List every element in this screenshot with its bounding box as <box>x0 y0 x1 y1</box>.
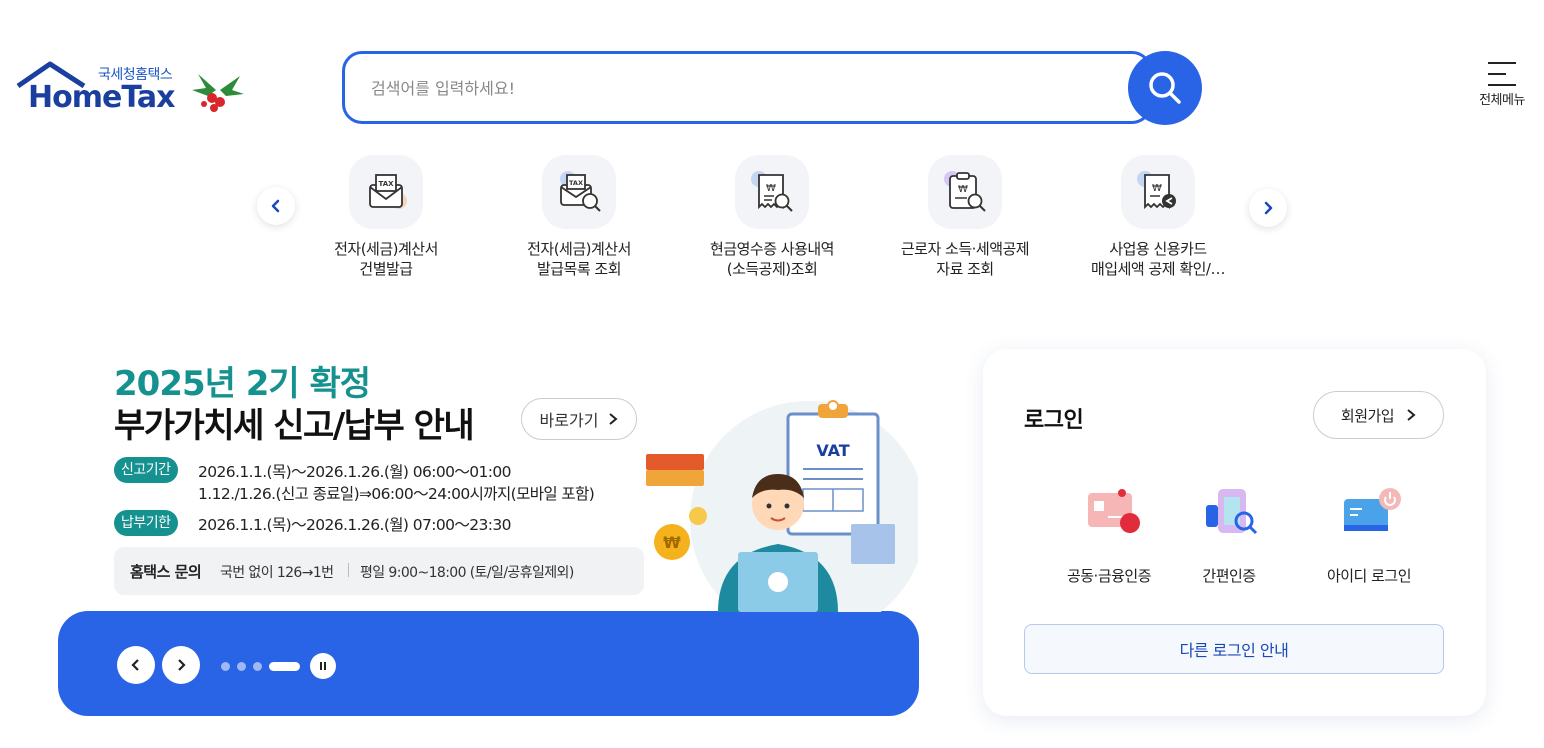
holly-icon <box>192 74 244 112</box>
banner-next-button[interactable] <box>162 646 200 684</box>
receipt-search-icon: ₩ <box>735 155 809 229</box>
report-period-line-1: 2026.1.1.(목)～2026.1.26.(월) 06:00～01:00 <box>198 463 512 481</box>
logo-title: HomeTax <box>28 80 176 115</box>
signup-label: 회원가입 <box>1340 406 1395 425</box>
all-menu-label: 전체메뉴 <box>1479 93 1525 108</box>
slide-indicator[interactable] <box>221 662 230 671</box>
search-box <box>342 51 1152 124</box>
vat-banner: VAT ₩ 2025년 2기 확정 부가가치세 신고/납부 안내 바로가기 신고… <box>58 340 920 718</box>
report-period-tag: 신고기간 <box>114 457 178 483</box>
svg-text:TAX: TAX <box>378 180 394 188</box>
chevron-right-icon <box>1407 409 1416 421</box>
vat-text: VAT <box>816 441 849 460</box>
login-panel: 로그인 회원가입 공동·금융인증 간편인증 아이디 로그인 다른 로그인 안내 <box>983 349 1486 716</box>
inquiry-hours: 평일 9:00~18:00 (토/일/공휴일제외) <box>360 565 574 581</box>
chevron-right-icon <box>609 413 618 425</box>
certificate-icon <box>1072 479 1146 553</box>
inquiry-phone: 국번 없이 126→1번 <box>220 565 334 581</box>
quick-service-label: 전자(세금)계산서 건별발급 <box>334 240 438 278</box>
divider <box>348 563 349 577</box>
svg-text:₩: ₩ <box>663 533 681 552</box>
clipboard-search-icon: ₩ <box>928 155 1002 229</box>
quick-service-item[interactable]: ₩ 현금영수증 사용내역 (소득공제)조회 <box>682 155 862 279</box>
quick-next-button[interactable] <box>1249 189 1287 227</box>
quick-prev-button[interactable] <box>257 187 295 225</box>
quick-service-item[interactable]: TAX 전자(세금)계산서 발급목록 조회 <box>489 155 669 279</box>
other-login-button[interactable]: 다른 로그인 안내 <box>1024 624 1444 674</box>
banner-title-2: 부가가치세 신고/납부 안내 <box>114 406 475 446</box>
tax-envelope-icon: TAX <box>349 155 423 229</box>
quick-service-item[interactable]: ₩ 근로자 소득·세액공제 자료 조회 <box>875 155 1055 279</box>
login-option-certificate[interactable]: 공동·금융인증 <box>1039 479 1179 586</box>
simple-auth-icon <box>1192 479 1266 553</box>
all-menu-button[interactable]: 전체메뉴 <box>1470 60 1534 120</box>
search-input[interactable] <box>371 74 1111 102</box>
login-option-label: 간편인증 <box>1202 567 1256 585</box>
quick-service-item[interactable]: TAX 전자(세금)계산서 건별발급 <box>296 155 476 279</box>
quick-service-label: 사업용 신용카드 매입세액 공제 확인/… <box>1091 240 1226 278</box>
quick-service-item[interactable]: ₩ 사업용 신용카드 매입세액 공제 확인/… <box>1068 155 1248 279</box>
banner-go-button[interactable]: 바로가기 <box>521 398 637 440</box>
quick-service-label: 전자(세금)계산서 발급목록 조회 <box>527 240 631 278</box>
banner-pause-button[interactable] <box>310 653 336 679</box>
banner-prev-button[interactable] <box>117 646 155 684</box>
svg-text:₩: ₩ <box>1152 183 1162 194</box>
inquiry-box: 홈택스 문의 국번 없이 126→1번 평일 9:00~18:00 (토/일/공… <box>114 547 644 595</box>
receipt-back-icon: ₩ <box>1121 155 1195 229</box>
report-period-line-2: 1.12./1.26.(신고 종료일)⇒06:00～24:00시까지(모바일 포… <box>198 485 595 503</box>
slide-indicator-active[interactable] <box>269 662 300 671</box>
svg-text:₩: ₩ <box>766 183 776 194</box>
payment-deadline-tag: 납부기한 <box>114 510 178 536</box>
inquiry-title: 홈택스 문의 <box>130 563 202 581</box>
hamburger-icon <box>1488 62 1516 86</box>
search-button[interactable] <box>1128 51 1202 125</box>
banner-go-label: 바로가기 <box>539 411 599 430</box>
vat-illustration: VAT ₩ <box>646 400 918 612</box>
quick-service-label: 현금영수증 사용내역 (소득공제)조회 <box>710 240 834 278</box>
login-option-label: 공동·금융인증 <box>1066 567 1152 585</box>
chevron-left-icon <box>131 659 139 671</box>
tax-search-icon: TAX <box>542 155 616 229</box>
hometax-logo[interactable]: 국세청홈택스 HomeTax <box>14 60 254 124</box>
slide-indicator[interactable] <box>253 662 262 671</box>
login-option-simple[interactable]: 간편인증 <box>1159 479 1299 586</box>
chevron-right-icon <box>178 659 186 671</box>
payment-deadline-line: 2026.1.1.(목)～2026.1.26.(월) 07:00～23:30 <box>198 516 512 534</box>
chevron-right-icon <box>1264 201 1273 215</box>
pause-icon <box>320 662 326 670</box>
svg-text:₩: ₩ <box>958 184 968 195</box>
svg-text:TAX: TAX <box>569 179 583 187</box>
id-login-icon <box>1332 479 1406 553</box>
slide-indicator[interactable] <box>237 662 246 671</box>
login-option-id[interactable]: 아이디 로그인 <box>1299 479 1439 586</box>
login-title: 로그인 <box>1024 408 1084 433</box>
chevron-left-icon <box>271 199 280 213</box>
login-option-label: 아이디 로그인 <box>1326 567 1412 585</box>
signup-button[interactable]: 회원가입 <box>1313 391 1444 439</box>
search-icon <box>1149 72 1181 104</box>
quick-service-label: 근로자 소득·세액공제 자료 조회 <box>900 240 1030 278</box>
